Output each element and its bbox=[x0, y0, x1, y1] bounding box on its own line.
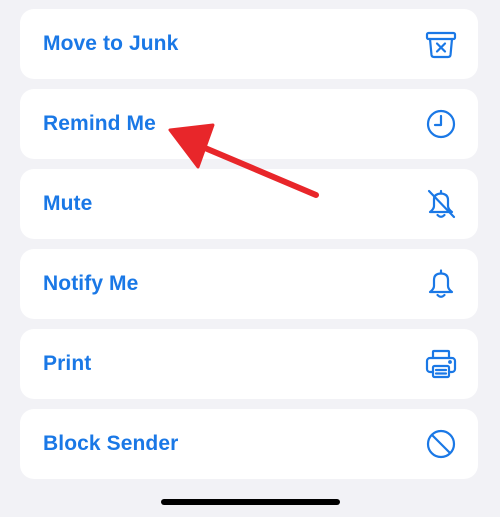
mute-button[interactable]: Mute bbox=[20, 169, 478, 239]
notify-me-button[interactable]: Notify Me bbox=[20, 249, 478, 319]
junk-bin-icon bbox=[424, 27, 458, 61]
bell-icon bbox=[424, 267, 458, 301]
block-sender-label: Block Sender bbox=[43, 432, 179, 455]
block-sender-button[interactable]: Block Sender bbox=[20, 409, 478, 479]
mute-label: Mute bbox=[43, 192, 93, 215]
clock-icon bbox=[424, 107, 458, 141]
move-to-junk-label: Move to Junk bbox=[43, 32, 179, 55]
printer-icon bbox=[424, 347, 458, 381]
remind-me-button[interactable]: Remind Me bbox=[20, 89, 478, 159]
print-label: Print bbox=[43, 352, 92, 375]
home-indicator[interactable] bbox=[161, 499, 340, 505]
block-icon bbox=[424, 427, 458, 461]
notify-me-label: Notify Me bbox=[43, 272, 139, 295]
bell-slash-icon bbox=[424, 187, 458, 221]
print-button[interactable]: Print bbox=[20, 329, 478, 399]
action-sheet-screen: Move to Junk Remind Me Mute Notify Me Pr… bbox=[0, 0, 500, 517]
remind-me-label: Remind Me bbox=[43, 112, 156, 135]
mail-actions-menu: Move to Junk Remind Me Mute Notify Me Pr… bbox=[20, 9, 478, 489]
move-to-junk-button[interactable]: Move to Junk bbox=[20, 9, 478, 79]
